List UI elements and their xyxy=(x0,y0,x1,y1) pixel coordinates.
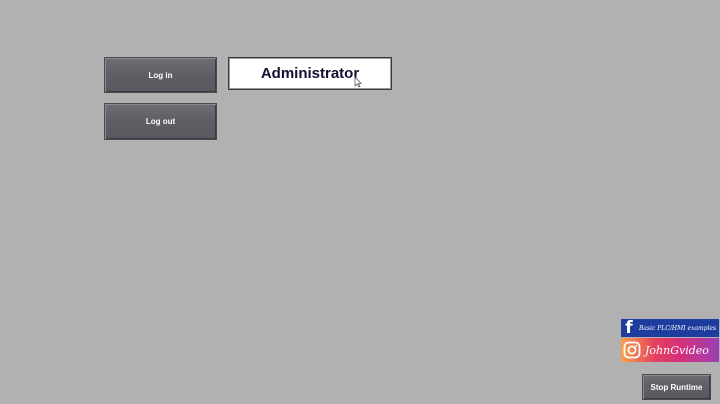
current-user-field: Administrator xyxy=(228,57,392,90)
login-button[interactable]: Log in xyxy=(104,57,217,93)
stop-runtime-button[interactable]: Stop Runtime xyxy=(642,374,711,400)
instagram-icon xyxy=(623,341,641,359)
instagram-banner[interactable]: JohnGvideo xyxy=(621,338,719,362)
facebook-banner[interactable]: f Basic PLC/HMI examples xyxy=(621,319,719,337)
facebook-icon: f xyxy=(625,319,633,337)
mouse-cursor-icon xyxy=(354,76,362,88)
facebook-banner-text: Basic PLC/HMI examples xyxy=(639,324,717,332)
instagram-banner-text: JohnGvideo xyxy=(645,343,709,357)
logout-button[interactable]: Log out xyxy=(104,103,217,140)
